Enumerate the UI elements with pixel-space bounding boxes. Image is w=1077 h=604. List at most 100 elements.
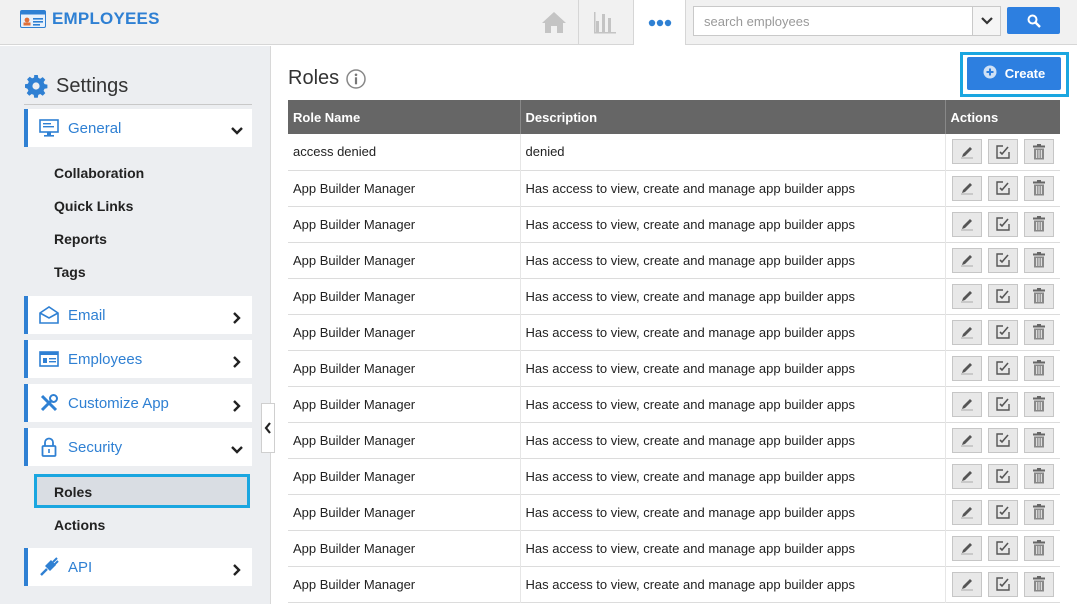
sidebar-item-employees[interactable]: Employees bbox=[24, 340, 252, 378]
table-row[interactable]: App Builder Manager Has access to view, c… bbox=[288, 206, 1060, 242]
permissions-button[interactable] bbox=[987, 211, 1018, 237]
sidebar-item-email[interactable]: Email bbox=[24, 296, 252, 334]
table-header-row: Role Name Description Actions bbox=[288, 100, 1060, 134]
sidebar-subitem-quick-links[interactable]: Quick Links bbox=[54, 198, 133, 214]
edit-button[interactable] bbox=[951, 175, 982, 201]
permissions-button[interactable] bbox=[987, 139, 1018, 165]
table-row[interactable]: App Builder Manager Has access to view, c… bbox=[288, 242, 1060, 278]
delete-button[interactable] bbox=[1023, 139, 1054, 165]
delete-button[interactable] bbox=[1023, 535, 1054, 561]
actions-cell bbox=[945, 386, 1060, 422]
permissions-button[interactable] bbox=[987, 355, 1018, 381]
analytics-button[interactable] bbox=[590, 8, 620, 36]
search-icon bbox=[1027, 14, 1041, 28]
permissions-button[interactable] bbox=[987, 283, 1018, 309]
delete-button[interactable] bbox=[1023, 499, 1054, 525]
table-row[interactable]: App Builder Manager Has access to view, c… bbox=[288, 278, 1060, 314]
edit-button[interactable] bbox=[951, 391, 982, 417]
table-row[interactable]: App Builder Manager Has access to view, c… bbox=[288, 422, 1060, 458]
permissions-button[interactable] bbox=[987, 463, 1018, 489]
permissions-button[interactable] bbox=[987, 535, 1018, 561]
app-brand[interactable]: EMPLOYEES bbox=[20, 9, 160, 29]
delete-icon bbox=[1032, 504, 1045, 520]
table-row[interactable]: App Builder Manager Has access to view, c… bbox=[288, 170, 1060, 206]
table-row[interactable]: access denied denied bbox=[288, 134, 1060, 170]
page-title: Roles bbox=[288, 67, 340, 89]
delete-icon bbox=[1032, 288, 1045, 304]
description-cell: Has access to view, create and manage ap… bbox=[520, 458, 946, 494]
permissions-button[interactable] bbox=[987, 499, 1018, 525]
delete-button[interactable] bbox=[1023, 247, 1054, 273]
actions-cell bbox=[945, 530, 1060, 566]
sidebar-item-api[interactable]: API bbox=[24, 548, 252, 586]
edit-button[interactable] bbox=[951, 463, 982, 489]
chevron-right-icon bbox=[233, 564, 241, 576]
edit-button[interactable] bbox=[951, 139, 982, 165]
role-name-cell: App Builder Manager bbox=[288, 350, 521, 386]
delete-button[interactable] bbox=[1023, 355, 1054, 381]
column-header-role-name[interactable]: Role Name bbox=[288, 100, 521, 134]
sidebar-item-security[interactable]: Security bbox=[24, 428, 252, 466]
edit-button[interactable] bbox=[951, 427, 982, 453]
column-header-actions: Actions bbox=[950, 109, 999, 125]
permissions-icon bbox=[995, 253, 1010, 267]
home-button[interactable] bbox=[539, 8, 569, 36]
search-dropdown-button[interactable] bbox=[972, 7, 1000, 35]
edit-button[interactable] bbox=[951, 283, 982, 309]
edit-button[interactable] bbox=[951, 571, 982, 597]
edit-button[interactable] bbox=[951, 499, 982, 525]
table-row[interactable]: App Builder Manager Has access to view, c… bbox=[288, 350, 1060, 386]
table-row[interactable]: App Builder Manager Has access to view, c… bbox=[288, 566, 1060, 602]
table-row[interactable]: App Builder Manager Has access to view, c… bbox=[288, 494, 1060, 530]
edit-button[interactable] bbox=[951, 247, 982, 273]
delete-icon bbox=[1032, 396, 1045, 412]
sidebar-subitem-label: Roles bbox=[54, 484, 93, 500]
create-button[interactable]: Create bbox=[967, 57, 1061, 90]
lock-icon bbox=[39, 437, 59, 457]
create-button-label: Create bbox=[1004, 66, 1046, 81]
permissions-button[interactable] bbox=[987, 571, 1018, 597]
more-icon bbox=[648, 19, 671, 26]
info-icon[interactable] bbox=[346, 68, 366, 89]
sidebar-subitem-actions[interactable]: Actions bbox=[54, 517, 105, 533]
role-name-cell: App Builder Manager bbox=[288, 170, 521, 206]
edit-button[interactable] bbox=[951, 535, 982, 561]
sidebar-subitem-collaboration[interactable]: Collaboration bbox=[54, 165, 144, 181]
permissions-icon bbox=[995, 289, 1010, 303]
search-button[interactable] bbox=[1007, 7, 1060, 34]
role-name-cell: App Builder Manager bbox=[288, 458, 521, 494]
sidebar-subitem-roles[interactable]: Roles bbox=[34, 474, 250, 508]
sidebar-subitem-tags[interactable]: Tags bbox=[54, 264, 86, 280]
edit-button[interactable] bbox=[951, 355, 982, 381]
table-row[interactable]: App Builder Manager Has access to view, c… bbox=[288, 314, 1060, 350]
delete-button[interactable] bbox=[1023, 283, 1054, 309]
chevron-right-icon bbox=[233, 400, 241, 412]
delete-button[interactable] bbox=[1023, 319, 1054, 345]
delete-icon bbox=[1032, 432, 1045, 448]
permissions-button[interactable] bbox=[987, 319, 1018, 345]
table-row[interactable]: App Builder Manager Has access to view, c… bbox=[288, 458, 1060, 494]
permissions-button[interactable] bbox=[987, 391, 1018, 417]
edit-button[interactable] bbox=[951, 319, 982, 345]
sidebar-item-customize-app[interactable]: Customize App bbox=[24, 384, 252, 422]
delete-button[interactable] bbox=[1023, 391, 1054, 417]
sidebar-subitem-reports[interactable]: Reports bbox=[54, 231, 107, 247]
delete-button[interactable] bbox=[1023, 463, 1054, 489]
sidebar-item-general[interactable]: General bbox=[24, 109, 252, 147]
permissions-button[interactable] bbox=[987, 175, 1018, 201]
table-row[interactable]: App Builder Manager Has access to view, c… bbox=[288, 386, 1060, 422]
delete-button[interactable] bbox=[1023, 571, 1054, 597]
permissions-button[interactable] bbox=[987, 427, 1018, 453]
more-button[interactable] bbox=[633, 0, 686, 45]
actions-cell bbox=[945, 566, 1060, 602]
delete-button[interactable] bbox=[1023, 175, 1054, 201]
search-input[interactable] bbox=[694, 7, 973, 35]
delete-button[interactable] bbox=[1023, 211, 1054, 237]
delete-button[interactable] bbox=[1023, 427, 1054, 453]
edit-button[interactable] bbox=[951, 211, 982, 237]
permissions-button[interactable] bbox=[987, 247, 1018, 273]
edit-icon bbox=[960, 507, 973, 519]
table-row[interactable]: App Builder Manager Has access to view, c… bbox=[288, 530, 1060, 566]
column-header-description[interactable]: Description bbox=[520, 100, 946, 134]
sidebar-collapse-button[interactable] bbox=[261, 403, 275, 453]
